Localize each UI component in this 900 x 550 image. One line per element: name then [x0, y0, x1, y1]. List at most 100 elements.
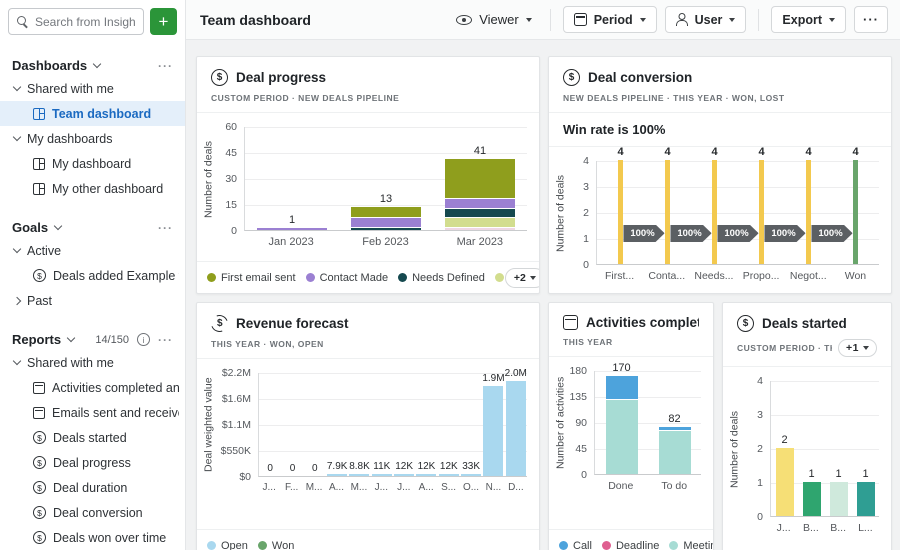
- sidebar-item-deals-started[interactable]: Deals started: [0, 425, 185, 450]
- subtitle-more-button[interactable]: +1: [838, 339, 877, 357]
- sidebar-group-title[interactable]: Dashboards: [12, 58, 87, 73]
- legend-item[interactable]: Meeting: [669, 540, 713, 550]
- chart-bar: [853, 160, 858, 264]
- y-tick-label: 1: [757, 477, 763, 489]
- sidebar-item-my-dashboard[interactable]: My dashboard: [0, 151, 185, 176]
- sidebar-item-my-other-dashboard[interactable]: My other dashboard: [0, 176, 185, 201]
- x-tick-label: B...: [825, 522, 852, 534]
- sidebar-item-shared-with-me[interactable]: Shared with me: [0, 76, 185, 101]
- sidebar-item-deals-added-example-t[interactable]: Deals added Example t...: [0, 263, 185, 288]
- chart-columns: 2111: [771, 381, 879, 516]
- caret-down-icon: [829, 18, 835, 22]
- chart-bar: [351, 207, 421, 230]
- bar-segment: [461, 474, 481, 476]
- legend-item[interactable]: Contact Made: [306, 272, 388, 284]
- more-menu-icon[interactable]: ···: [158, 222, 173, 234]
- chart-column: 8.8K: [348, 373, 370, 476]
- x-tick-label: M...: [348, 482, 370, 493]
- chart-column: 33K: [460, 373, 482, 476]
- bar-value-label: 33K: [462, 462, 480, 472]
- sidebar-item-label: Shared with me: [27, 356, 114, 370]
- bar-segment: [351, 218, 421, 228]
- bar-value-label: 12K: [440, 462, 458, 472]
- x-tick-label: J...: [370, 482, 392, 493]
- sidebar-group-title[interactable]: Goals: [12, 220, 48, 235]
- bar-segment: [327, 474, 347, 476]
- x-axis-labels: First...Conta...Needs...Propo...Negot...…: [596, 270, 879, 282]
- bar-segment: [445, 218, 515, 228]
- subtitle-more-label: +1: [846, 342, 859, 354]
- sidebar-group-title[interactable]: Reports: [12, 332, 61, 347]
- search-input[interactable]: Search from Insights: [8, 8, 144, 35]
- bar-value-label: 4: [617, 147, 623, 158]
- chart-bar: [759, 160, 764, 264]
- chart-column: 0: [259, 373, 281, 476]
- chart-plot: 11341: [244, 127, 527, 231]
- sidebar-item-emails-sent-and-received[interactable]: Emails sent and received: [0, 400, 185, 425]
- chart-column: 1: [852, 381, 879, 516]
- chart-column: 4: [691, 161, 738, 264]
- revenue-forecast-card: Revenue forecast THIS YEAR · WON, OPEN D…: [196, 302, 540, 550]
- x-axis-labels: J...F...M...A...M...J...J...A...S...O...…: [258, 482, 527, 493]
- chart-column: 1: [245, 127, 339, 230]
- chart-column: 1: [798, 381, 825, 516]
- deal-conversion-card: Deal conversion NEW DEALS PIPELINE · THI…: [548, 56, 892, 294]
- y-axis-ticks: 604530150: [216, 127, 244, 231]
- sidebar-item-deal-conversion[interactable]: Deal conversion: [0, 500, 185, 525]
- sidebar-item-deals-won-over-time[interactable]: Deals won over time: [0, 525, 185, 550]
- legend-item[interactable]: Needs Defined: [398, 272, 485, 284]
- bar-value-label: 13: [380, 194, 392, 205]
- info-icon[interactable]: [137, 333, 150, 346]
- more-menu-button[interactable]: ···: [854, 6, 888, 33]
- sidebar-group-actions: ···: [158, 222, 173, 234]
- x-tick-label: J...: [393, 482, 415, 493]
- y-axis-label: Number of activities: [553, 371, 568, 475]
- period-filter-button[interactable]: Period: [563, 6, 657, 33]
- chevron-right-icon: [13, 296, 21, 304]
- sidebar-item-team-dashboard[interactable]: Team dashboard: [0, 101, 185, 126]
- y-tick-label: 4: [757, 375, 763, 387]
- sidebar-item-activities-completed-an[interactable]: Activities completed an...: [0, 375, 185, 400]
- reports-count: 14/150: [95, 334, 129, 346]
- toolbar-divider: [758, 9, 759, 31]
- bar-segment: [445, 199, 515, 209]
- legend-more-button[interactable]: +2: [505, 268, 539, 288]
- chart-column: 7.9K: [326, 373, 348, 476]
- more-menu-icon[interactable]: ···: [158, 334, 173, 346]
- sidebar-item-deal-duration[interactable]: Deal duration: [0, 475, 185, 500]
- y-tick-label: $2.2M: [222, 367, 251, 379]
- legend-item[interactable]: Won: [258, 540, 294, 550]
- legend-item[interactable]: Deadline: [602, 540, 659, 550]
- bar-value-label: 4: [711, 147, 717, 158]
- legend-label: Meeting: [683, 540, 713, 550]
- sidebar-item-deal-progress[interactable]: Deal progress: [0, 450, 185, 475]
- bar-value-label: 82: [668, 414, 680, 425]
- legend-item[interactable]: Call: [559, 540, 592, 550]
- bar-segment: [857, 482, 875, 516]
- viewer-dropdown[interactable]: Viewer: [450, 12, 538, 27]
- topbar-controls: Viewer Period User Export: [450, 6, 888, 33]
- more-menu-icon[interactable]: ···: [158, 60, 173, 72]
- legend-item[interactable]: Open: [207, 540, 248, 550]
- sidebar-item-my-dashboards[interactable]: My dashboards: [0, 126, 185, 151]
- legend-item[interactable]: First email sent: [207, 272, 296, 284]
- x-tick-label: O...: [460, 482, 482, 493]
- sidebar-item-active[interactable]: Active: [0, 238, 185, 263]
- chart-column: 4: [597, 161, 644, 264]
- y-axis-label: Deal weighted value: [201, 373, 216, 477]
- x-tick-label: First...: [596, 270, 643, 282]
- chart-column: 1: [825, 381, 852, 516]
- sidebar-item-shared-with-me[interactable]: Shared with me: [0, 350, 185, 375]
- sidebar-item-label: Deal duration: [53, 481, 127, 495]
- deals-started-chart: Number of deals432102111J...B...B...L...: [723, 367, 891, 550]
- chart-column: 4: [644, 161, 691, 264]
- add-button[interactable]: +: [150, 8, 177, 35]
- legend-label: First email sent: [221, 272, 296, 284]
- legend-label: Needs Defined: [412, 272, 485, 284]
- sidebar-item-past[interactable]: Past: [0, 288, 185, 313]
- deal-icon: [737, 315, 754, 332]
- x-tick-label: B...: [797, 522, 824, 534]
- chart-plot-area: 17082DoneTo do: [594, 371, 701, 492]
- export-button[interactable]: Export: [771, 6, 846, 33]
- user-filter-button[interactable]: User: [665, 6, 747, 33]
